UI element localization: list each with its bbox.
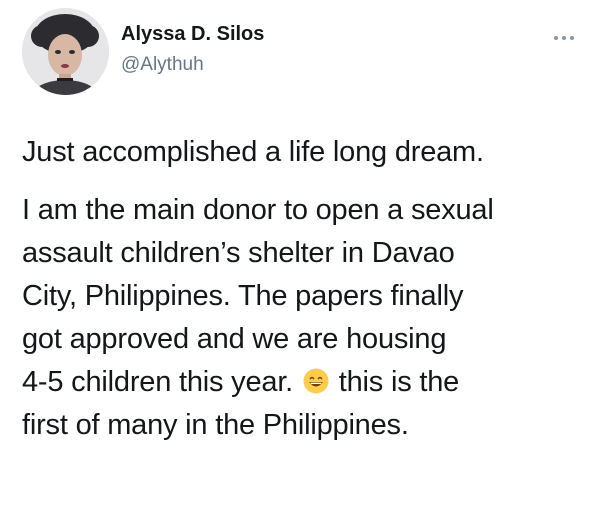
profile-photo-icon <box>22 8 109 95</box>
more-dots-icon[interactable] <box>554 34 576 42</box>
dot <box>570 36 574 40</box>
tweet-text-segment: 4-5 children this year. <box>22 366 294 398</box>
tweet-text-line: City, Philippines. The papers finally <box>22 280 464 312</box>
tweet-text: Just accomplished a life long dream. I a… <box>22 131 582 447</box>
tweet-text-line: assault children’s shelter in Davao <box>22 237 455 269</box>
tweet-paragraph: Just accomplished a life long dream. <box>22 136 484 168</box>
author-name[interactable]: Alyssa D. Silos <box>121 23 264 46</box>
tweet-text-line: got approved and we are housing <box>22 323 447 355</box>
tweet-text-line-with-emoji: 4-5 children this year. this is the <box>22 361 582 404</box>
tweet-header: Alyssa D. Silos @Alythuh <box>22 8 582 98</box>
author-handle[interactable]: @Alythuh <box>121 54 204 76</box>
tweet-text-segment: this is the <box>338 366 460 398</box>
grinning-face-emoji-icon <box>303 368 329 394</box>
tweet-card: Alyssa D. Silos @Alythuh Just accomplish… <box>0 0 599 505</box>
tweet-paragraph: I am the main donor to open a sexual ass… <box>22 189 582 447</box>
tweet-text-line: first of many in the Philippines. <box>22 409 409 441</box>
avatar[interactable] <box>22 8 109 95</box>
dot <box>554 36 558 40</box>
dot <box>562 36 566 40</box>
tweet-text-line: I am the main donor to open a sexual <box>22 194 494 226</box>
